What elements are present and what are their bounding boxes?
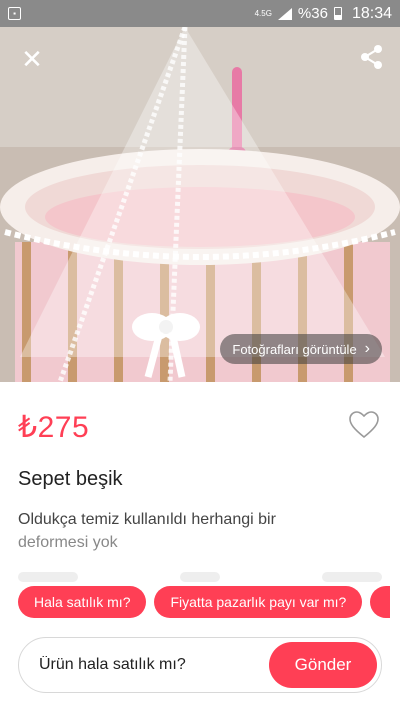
favorite-button[interactable] <box>348 410 380 440</box>
view-photos-button[interactable]: Fotoğrafları görüntüle › <box>220 334 382 364</box>
battery-percent: %36 <box>297 5 328 22</box>
signal-icon <box>277 7 292 20</box>
listing-photo[interactable]: ✕ Fotoğrafları görüntüle › <box>0 27 400 382</box>
quick-reply-chip-partial[interactable] <box>370 586 391 618</box>
status-right: 4.5G %36 18:34 <box>255 5 392 23</box>
chevron-right-icon: › <box>364 340 370 357</box>
listing-title: Sepet beşik <box>18 468 123 490</box>
close-icon: ✕ <box>21 44 43 74</box>
message-composer: Gönder <box>18 637 382 693</box>
quick-reply-chip[interactable]: Hala satılık mı? <box>18 586 147 618</box>
quick-reply-label: Hala satılık mı? <box>34 594 131 610</box>
send-button[interactable]: Gönder <box>269 642 377 688</box>
listing-description: Oldukça temiz kullanıldı herhangi bir de… <box>18 508 348 554</box>
crib-photo-illustration <box>0 27 400 382</box>
clock: 18:34 <box>351 4 392 22</box>
description-line-1: Oldukça temiz kullanıldı herhangi bir <box>18 511 276 528</box>
quick-reply-chip[interactable]: Fiyatta pazarlık payı var mı? <box>154 586 363 618</box>
quick-reply-label: Fiyatta pazarlık payı var mı? <box>170 594 347 610</box>
heart-outline-icon <box>349 411 379 439</box>
network-type: 4.5G <box>254 8 272 18</box>
listing-price: ₺275 <box>18 411 90 444</box>
status-left: ▪ <box>8 7 21 20</box>
close-button[interactable]: ✕ <box>18 45 46 73</box>
description-line-2: deformesi yok <box>18 534 118 551</box>
gallery-icon: ▪ <box>8 7 21 20</box>
battery-icon <box>333 7 342 20</box>
message-input[interactable] <box>39 656 259 674</box>
quick-replies: Hala satılık mı? Fiyatta pazarlık payı v… <box>18 586 391 618</box>
status-bar: ▪ 4.5G %36 18:34 <box>0 0 400 27</box>
share-icon <box>361 45 382 69</box>
view-photos-label: Fotoğrafları görüntüle <box>232 341 357 357</box>
share-button[interactable] <box>358 43 386 71</box>
